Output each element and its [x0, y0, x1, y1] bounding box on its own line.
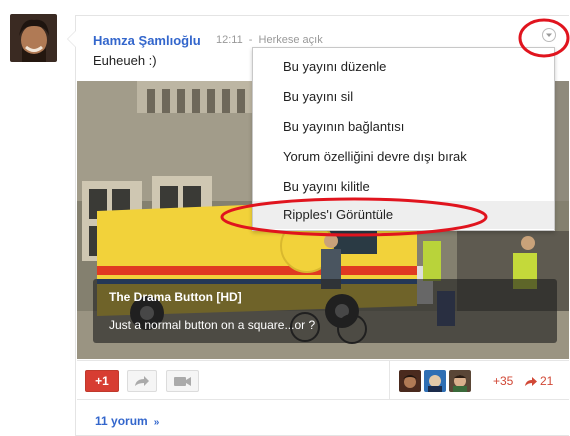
share-count[interactable]: 21	[524, 374, 553, 388]
menu-item-delete-post[interactable]: Bu yayını sil	[253, 83, 554, 111]
share-count-value: 21	[540, 374, 554, 388]
author-avatar[interactable]	[10, 14, 57, 62]
post-meta: 12:11 - Herkese açık	[216, 34, 323, 46]
menu-item-disable-comments[interactable]: Yorum özelliğini devre dışı bırak	[253, 143, 554, 171]
share-button[interactable]	[127, 370, 157, 392]
pluser-avatar[interactable]	[424, 370, 446, 392]
share-arrow-icon	[135, 376, 149, 386]
plus-count[interactable]: +35	[493, 374, 513, 388]
video-description: Just a normal button on a square...or ?	[109, 318, 316, 332]
video-title[interactable]: The Drama Button [HD]	[109, 290, 242, 304]
pluser-avatar[interactable]	[399, 370, 421, 392]
post-options-menu: Bu yayını düzenle Bu yayını sil Bu yayın…	[252, 47, 555, 231]
menu-item-post-link[interactable]: Bu yayının bağlantısı	[253, 113, 554, 141]
video-camera-icon	[174, 377, 191, 386]
reshare-arrow-icon	[525, 376, 537, 386]
comments-toggle[interactable]: 11 yorum »	[95, 414, 159, 428]
author-name[interactable]: Hamza Şamlıoğlu	[93, 33, 201, 48]
menu-item-lock-post[interactable]: Bu yayını kilitle	[253, 173, 554, 201]
menu-item-view-ripples[interactable]: Ripples'ı Görüntüle	[253, 201, 554, 229]
post-text: Euheueh :)	[93, 53, 157, 68]
post-time[interactable]: 12:11	[216, 34, 243, 46]
post-action-bar: +1 +35 21	[77, 360, 569, 400]
comments-count-label: 11 yorum	[95, 414, 148, 428]
hangout-button[interactable]	[166, 370, 199, 392]
video-caption: The Drama Button [HD] Just a normal butt…	[93, 279, 557, 343]
post-options-button[interactable]	[542, 28, 556, 42]
plus-one-button[interactable]: +1	[85, 370, 119, 392]
chevron-down-icon	[546, 33, 552, 37]
menu-item-edit-post[interactable]: Bu yayını düzenle	[253, 53, 554, 81]
chevron-down-icon: »	[153, 417, 160, 428]
card-pointer-fill	[68, 31, 76, 47]
post-visibility[interactable]: Herkese açık	[259, 34, 323, 46]
action-bar-divider	[389, 361, 390, 400]
meta-separator: -	[248, 34, 253, 46]
pluser-avatar[interactable]	[449, 370, 471, 392]
